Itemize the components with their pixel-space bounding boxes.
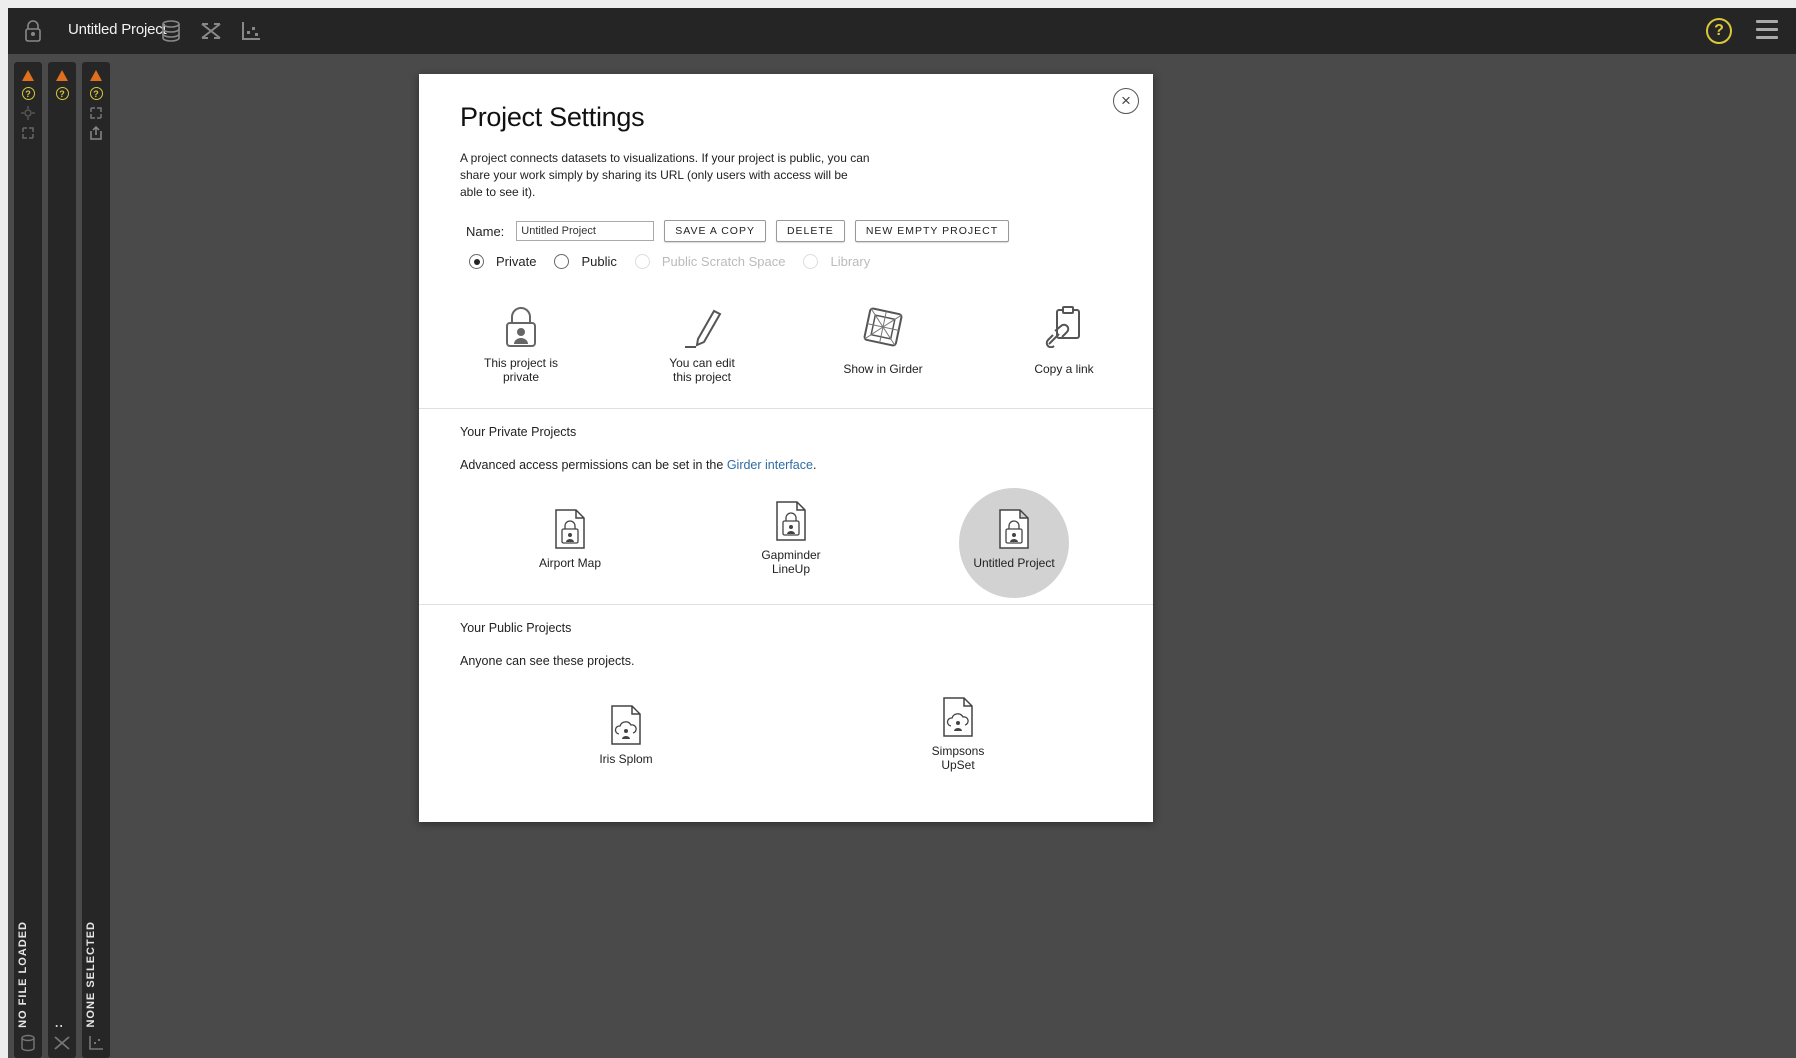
project-name-input[interactable] (516, 221, 655, 241)
dialog-description: A project connects datasets to visualiza… (460, 151, 870, 199)
project-item-airport-map[interactable]: Airport Map (515, 488, 625, 598)
clipboard-link-icon (994, 302, 1134, 352)
top-bar: Untitled Project ? (8, 8, 1796, 54)
edit-status-line1: You can edit (669, 356, 735, 370)
girder-icon (813, 302, 953, 352)
matching-panel[interactable]: ? : (48, 62, 76, 1058)
app-window: Untitled Project ? ? NO FILE LOADED ? : (8, 8, 1796, 1058)
public-projects-description: Anyone can see these projects. (460, 654, 635, 668)
help-icon[interactable]: ? (55, 87, 69, 100)
radio-public-scratch-space-label: Public Scratch Space (661, 254, 786, 269)
privacy-status-line1: This project is (483, 356, 559, 370)
public-projects-title: Your Public Projects (460, 621, 572, 635)
visibility-radio-group: Private Public Public Scratch Space Libr… (469, 254, 888, 269)
dataset-icon[interactable] (158, 18, 184, 44)
radio-private[interactable] (469, 254, 484, 269)
warning-icon (22, 70, 34, 81)
lock-icon[interactable] (20, 18, 46, 44)
warning-icon (90, 70, 102, 81)
export-icon[interactable] (89, 126, 103, 140)
dataset-icon[interactable] (19, 1034, 37, 1052)
radio-public-label[interactable]: Public (581, 254, 616, 269)
panel-status-label: NO FILE LOADED (17, 921, 29, 1028)
private-projects-description: Advanced access permissions can be set i… (460, 458, 816, 472)
privacy-status-line2: private (502, 370, 540, 384)
radio-library (803, 254, 819, 269)
section-divider (419, 408, 1153, 409)
radio-private-label[interactable]: Private (496, 254, 536, 269)
name-label: Name: (466, 223, 505, 239)
edit-status: You can edit this project (632, 302, 772, 384)
edit-status-line2: this project (672, 370, 732, 384)
project-name: Untitled Project (973, 556, 1055, 570)
panel-status-label: : (51, 1023, 65, 1028)
project-name-line1: Simpsons (931, 744, 985, 758)
project-title[interactable]: Untitled Project (68, 21, 167, 38)
project-item-gapminder-lineup[interactable]: Gapminder LineUp (736, 488, 846, 598)
dataset-panel[interactable]: ? NO FILE LOADED (14, 62, 42, 1058)
project-item-simpsons-upset[interactable]: Simpsons UpSet (903, 684, 1013, 794)
private-project-file-icon (515, 506, 625, 550)
private-project-file-icon (959, 506, 1069, 550)
help-icon[interactable]: ? (89, 87, 103, 100)
project-name: Airport Map (538, 556, 602, 570)
hamburger-menu-icon[interactable] (1756, 20, 1778, 40)
private-desc-suffix: . (812, 458, 817, 472)
close-icon[interactable]: × (1113, 88, 1139, 114)
help-icon[interactable]: ? (21, 87, 35, 100)
matching-icon[interactable] (198, 18, 224, 44)
pencil-icon (632, 302, 772, 352)
project-name-line2: UpSet (941, 758, 975, 772)
panel-status-label: NONE SELECTED (85, 921, 97, 1028)
project-item-untitled-project[interactable]: Untitled Project (959, 488, 1069, 598)
name-row: Name: SAVE A COPY DELETE NEW EMPTY PROJE… (466, 220, 1010, 242)
copy-link-label[interactable]: Copy a link (994, 362, 1134, 376)
show-in-girder-button[interactable]: Show in Girder (813, 302, 953, 376)
private-desc-prefix: Advanced access permissions can be set i… (460, 458, 727, 472)
girder-interface-link[interactable]: Girder interface (727, 458, 813, 472)
visualization-panel[interactable]: ? NONE SELECTED (82, 62, 110, 1058)
project-name-line1: Gapminder (761, 548, 821, 562)
project-item-iris-splom[interactable]: Iris Splom (571, 684, 681, 794)
dialog-title: Project Settings (460, 102, 645, 132)
matching-icon[interactable] (53, 1034, 71, 1052)
public-project-file-icon (571, 702, 681, 746)
privacy-status: This project is private (451, 302, 591, 384)
radio-public-scratch-space (634, 254, 650, 269)
copy-link-button[interactable]: Copy a link (994, 302, 1134, 376)
project-name: Iris Splom (599, 752, 653, 766)
project-name-line2: LineUp (771, 562, 811, 576)
project-settings-dialog: × Project Settings A project connects da… (419, 74, 1153, 822)
radio-library-label: Library (830, 254, 871, 269)
new-empty-project-button[interactable]: NEW EMPTY PROJECT (854, 220, 1010, 242)
radio-public[interactable] (554, 254, 570, 269)
swap-icon[interactable] (21, 126, 35, 140)
help-icon[interactable]: ? (1706, 18, 1732, 44)
delete-button[interactable]: DELETE (775, 220, 845, 242)
save-copy-button[interactable]: SAVE A COPY (664, 220, 766, 242)
private-projects-title: Your Private Projects (460, 425, 577, 439)
public-project-file-icon (903, 694, 1013, 738)
visualization-icon[interactable] (238, 18, 264, 44)
show-in-girder-label[interactable]: Show in Girder (813, 362, 953, 376)
visualization-icon[interactable] (87, 1034, 105, 1052)
swap-icon[interactable] (89, 106, 103, 120)
section-divider (419, 604, 1153, 605)
private-project-file-icon (736, 498, 846, 542)
warning-icon (56, 70, 68, 81)
lock-person-icon (451, 302, 591, 352)
settings-icon[interactable] (21, 106, 35, 120)
